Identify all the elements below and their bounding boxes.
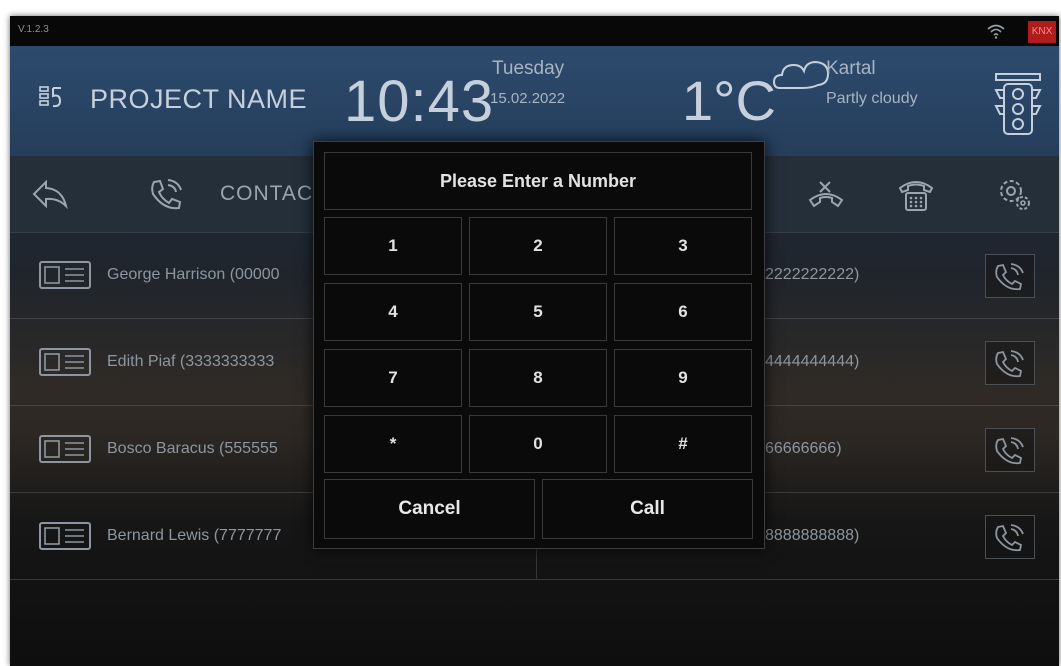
key-8[interactable]: 8	[469, 349, 607, 407]
version-label: V.1.2.3	[18, 24, 49, 35]
dial-pad-dialog: Please Enter a Number 1 2 3 4 5 6 7 8 9 …	[313, 141, 765, 549]
device-screen: V.1.2.3 KNX PROJECT NAME 10:43 Tuesday 1…	[10, 16, 1059, 666]
clock: 10:43	[344, 69, 495, 134]
settings-icon[interactable]	[994, 176, 1034, 212]
keypad-phone-icon[interactable]	[896, 176, 936, 212]
contact-name: Bernard Lewis (7777777	[107, 527, 282, 544]
contact-name: 66666666)	[765, 440, 842, 457]
phone-icon	[995, 524, 1024, 552]
key-star[interactable]: *	[324, 415, 462, 473]
contact-name: 4444444444)	[765, 353, 860, 370]
phone-icon[interactable]	[146, 176, 186, 212]
phone-icon	[995, 263, 1024, 291]
wifi-icon	[987, 24, 1005, 39]
key-4[interactable]: 4	[324, 283, 462, 341]
contact-name: 2222222222)	[765, 266, 860, 283]
temperature: 1°C	[682, 69, 776, 132]
contact-name: 8888888888)	[765, 527, 860, 544]
key-2[interactable]: 2	[469, 217, 607, 275]
key-0[interactable]: 0	[469, 415, 607, 473]
key-6[interactable]: 6	[614, 283, 752, 341]
date: 15.02.2022	[490, 90, 566, 107]
call-button[interactable]	[985, 341, 1035, 385]
phone-icon	[995, 437, 1024, 465]
weather-city: Kartal	[826, 58, 876, 79]
call-button[interactable]	[985, 515, 1035, 559]
key-9[interactable]: 9	[614, 349, 752, 407]
weather-description: Partly cloudy	[826, 90, 918, 107]
contacts-label[interactable]: CONTAC	[220, 182, 313, 206]
status-bar: V.1.2.3 KNX	[10, 16, 1059, 46]
key-5[interactable]: 5	[469, 283, 607, 341]
project-name: PROJECT NAME	[90, 84, 308, 114]
call-button[interactable]	[985, 428, 1035, 472]
project-icon	[39, 86, 62, 108]
contact-name: George Harrison (00000	[107, 266, 280, 283]
traffic-light-icon[interactable]	[990, 68, 1046, 138]
key-hash[interactable]: #	[614, 415, 752, 473]
header: PROJECT NAME 10:43 Tuesday 15.02.2022 1°…	[10, 46, 1059, 156]
contact-name: Edith Piaf (3333333333	[107, 353, 275, 370]
phone-icon	[995, 350, 1024, 378]
back-icon[interactable]	[30, 176, 70, 212]
hang-up-icon[interactable]	[806, 176, 846, 212]
knx-badge: KNX	[1028, 21, 1056, 43]
cloud-icon	[772, 60, 830, 89]
key-3[interactable]: 3	[614, 217, 752, 275]
weekday: Tuesday	[492, 58, 565, 79]
contact-card-icon	[39, 435, 91, 463]
contact-card-icon	[39, 522, 91, 550]
cancel-button[interactable]: Cancel	[324, 479, 535, 539]
contact-card-icon	[39, 348, 91, 376]
key-1[interactable]: 1	[324, 217, 462, 275]
dialog-title: Please Enter a Number	[324, 152, 752, 210]
call-button[interactable]: Call	[542, 479, 753, 539]
contact-card-icon	[39, 261, 91, 289]
call-button[interactable]	[985, 254, 1035, 298]
key-7[interactable]: 7	[324, 349, 462, 407]
contact-name: Bosco Baracus (555555	[107, 440, 278, 457]
